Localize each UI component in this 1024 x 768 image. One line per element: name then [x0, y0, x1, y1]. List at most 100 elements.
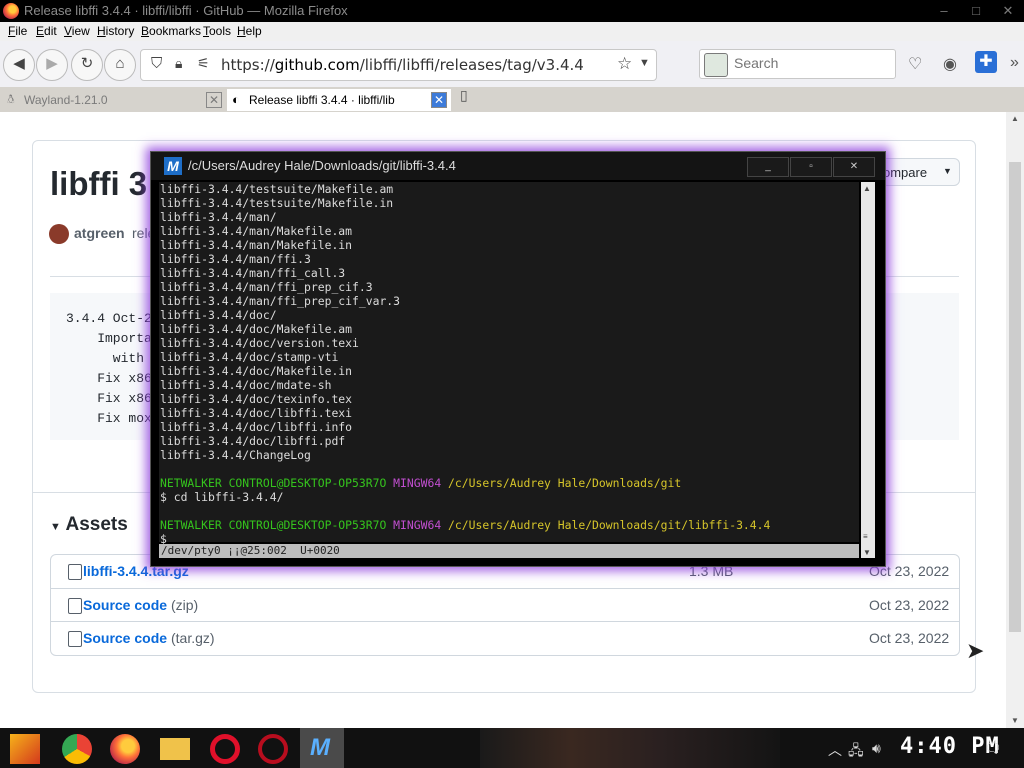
search-engine-icon[interactable]: [704, 53, 728, 77]
notes-line: Importa: [66, 331, 152, 346]
menu-file[interactable]: File: [8, 24, 27, 38]
maximize-button[interactable]: □: [960, 0, 992, 22]
back-button[interactable]: ◀: [3, 49, 35, 81]
search-bar[interactable]: [699, 49, 896, 79]
search-input[interactable]: [732, 54, 886, 72]
asset-row: Source code (zip) Oct 23, 2022: [51, 588, 959, 622]
terminal-minimize-button[interactable]: _: [747, 157, 789, 177]
chrome-icon[interactable]: [62, 734, 92, 764]
scroll-up-icon[interactable]: ▲: [863, 184, 871, 193]
menu-help[interactable]: Help: [237, 24, 262, 38]
scroll-down-icon[interactable]: ▼: [1011, 716, 1019, 725]
terminal-command: $ cd libffi-3.4.4/: [160, 490, 284, 504]
terminal-window[interactable]: M /c/Users/Audrey Hale/Downloads/git/lib…: [150, 151, 886, 567]
terminal-title: /c/Users/Audrey Hale/Downloads/git/libff…: [188, 158, 456, 173]
scrollbar-grip-icon[interactable]: ≡: [863, 532, 868, 541]
tab-wayland[interactable]: 🐧︎ Wayland-1.21.0 ✕: [2, 89, 224, 111]
url-bar[interactable]: ⛉ 🔒︎ ⚟ https://github.com/libffi/libffi/…: [140, 49, 657, 81]
reload-button[interactable]: ↻: [71, 49, 103, 81]
mintty-icon: M: [310, 734, 330, 761]
url-text[interactable]: https://github.com/libffi/libffi/release…: [221, 56, 584, 74]
home-button[interactable]: ⌂: [104, 49, 136, 81]
page-scrollbar[interactable]: ▲ ▼: [1006, 112, 1024, 728]
collapse-triangle-icon: ▼: [50, 521, 61, 533]
tab-label: Wayland-1.21.0: [24, 93, 108, 107]
terminal-line: libffi-3.4.4/man/ffi_prep_cif_var.3: [160, 294, 401, 308]
terminal-line: libffi-3.4.4/man/Makefile.am: [160, 224, 353, 238]
account-icon[interactable]: ◉: [943, 54, 957, 74]
volume-icon[interactable]: 🔊︎: [872, 740, 881, 757]
notes-line: Fix mox: [66, 411, 152, 426]
asset-link[interactable]: Source code: [83, 630, 167, 646]
lock-icon[interactable]: 🔒︎: [175, 55, 182, 72]
close-button[interactable]: ✕: [992, 0, 1024, 22]
terminal-line: libffi-3.4.4/testsuite/Makefile.in: [160, 196, 394, 210]
terminal-line: libffi-3.4.4/man/ffi_call.3: [160, 266, 346, 280]
terminal-line: libffi-3.4.4/man/ffi.3: [160, 252, 311, 266]
notes-line: Fix x86: [66, 391, 152, 406]
terminal-line: libffi-3.4.4/doc/texinfo.tex: [160, 392, 353, 406]
url-dropdown-icon[interactable]: ▼: [639, 57, 650, 69]
opera-icon[interactable]: [210, 734, 240, 764]
file-explorer-icon[interactable]: [160, 738, 190, 760]
menu-view[interactable]: View: [64, 24, 90, 38]
terminal-line: libffi-3.4.4/man/ffi_prep_cif.3: [160, 280, 373, 294]
author-link[interactable]: atgreen: [74, 225, 125, 241]
permissions-icon[interactable]: ⚟: [197, 55, 210, 72]
scroll-up-icon[interactable]: ▲: [1011, 114, 1019, 123]
notifications-icon[interactable]: 🗨︎: [984, 740, 1002, 757]
taskbar: M ︿ 🖧︎ 🔊︎ 4:40 PM 🗨︎: [0, 728, 1024, 768]
pocket-icon[interactable]: ♡: [908, 54, 922, 74]
assets-heading[interactable]: ▼ Assets: [50, 514, 128, 536]
asset-ext[interactable]: (zip): [171, 597, 198, 613]
asset-link[interactable]: Source code: [83, 597, 167, 613]
network-icon[interactable]: 🖧︎: [848, 740, 864, 764]
mintty-taskbar-button[interactable]: M: [300, 728, 344, 768]
avatar[interactable]: [49, 224, 69, 244]
firefox-logo-icon: [3, 3, 19, 19]
shield-icon[interactable]: ⛉: [151, 55, 162, 72]
tab-strip: 🐧︎ Wayland-1.21.0 ✕ ◐ Release libffi 3.4…: [0, 87, 1024, 112]
terminal-maximize-button[interactable]: ▫: [790, 157, 832, 177]
tray-chevron-icon[interactable]: ︿: [828, 740, 842, 760]
firefox-taskbar-icon[interactable]: [110, 734, 140, 764]
terminal-scrollbar[interactable]: ▲ ≡ ▼: [861, 182, 875, 558]
terminal-line: libffi-3.4.4/doc/version.texi: [160, 336, 359, 350]
terminal-prompt: NETWALKER CONTROL@DESKTOP-OP53R7O MINGW6…: [160, 518, 770, 532]
terminal-line: libffi-3.4.4/man/: [160, 210, 277, 224]
new-tab-icon[interactable]: ▯: [460, 87, 468, 104]
start-button[interactable]: [10, 734, 40, 764]
scrollbar-thumb[interactable]: [1009, 162, 1021, 632]
tab-release[interactable]: ◐ Release libffi 3.4.4 · libffi/lib ✕: [227, 89, 451, 111]
window-title: Release libffi 3.4.4 · libffi/libffi · G…: [24, 3, 348, 18]
scroll-down-icon[interactable]: ▼: [863, 548, 871, 557]
forward-button[interactable]: ▶: [36, 49, 68, 81]
prompt-path: /c/Users/Audrey Hale/Downloads/git/libff…: [448, 518, 771, 532]
minimize-button[interactable]: –: [928, 0, 960, 22]
menu-history[interactable]: History: [97, 24, 134, 38]
tab-close-icon[interactable]: ✕: [206, 92, 222, 108]
asset-date: Oct 23, 2022: [869, 630, 950, 646]
prompt-path: /c/Users/Audrey Hale/Downloads/git: [448, 476, 682, 490]
prompt-user: NETWALKER CONTROL@DESKTOP-OP53R7O: [160, 518, 387, 532]
menu-bookmarks[interactable]: Bookmarks: [141, 24, 201, 38]
tab-close-icon[interactable]: ✕: [431, 92, 447, 108]
zip-icon: [68, 598, 82, 614]
terminal-output[interactable]: libffi-3.4.4/testsuite/Makefile.am libff…: [159, 182, 859, 546]
terminal-line: libffi-3.4.4/doc/Makefile.in: [160, 364, 353, 378]
extensions-icon[interactable]: ✚: [975, 51, 997, 73]
terminal-prompt: NETWALKER CONTROL@DESKTOP-OP53R7O MINGW6…: [160, 476, 681, 490]
menu-bar: File Edit View History Bookmarks Tools H…: [0, 22, 1024, 41]
menu-edit[interactable]: Edit: [36, 24, 57, 38]
overflow-menu-icon[interactable]: »: [1010, 54, 1019, 72]
terminal-close-button[interactable]: ✕: [833, 157, 875, 177]
asset-ext[interactable]: (tar.gz): [171, 630, 215, 646]
menu-tools[interactable]: Tools: [203, 24, 231, 38]
terminal-statusbar: /dev/pty0 ¡¡@25:002 U+0020: [159, 544, 859, 558]
notes-line: with: [66, 351, 145, 366]
terminal-titlebar[interactable]: M /c/Users/Audrey Hale/Downloads/git/lib…: [151, 152, 885, 180]
url-host: github.com: [274, 56, 360, 74]
bookmark-star-icon[interactable]: ☆: [617, 54, 632, 74]
tab-label: Release libffi 3.4.4 · libffi/lib: [249, 93, 395, 107]
opera-gx-icon[interactable]: [258, 734, 288, 764]
